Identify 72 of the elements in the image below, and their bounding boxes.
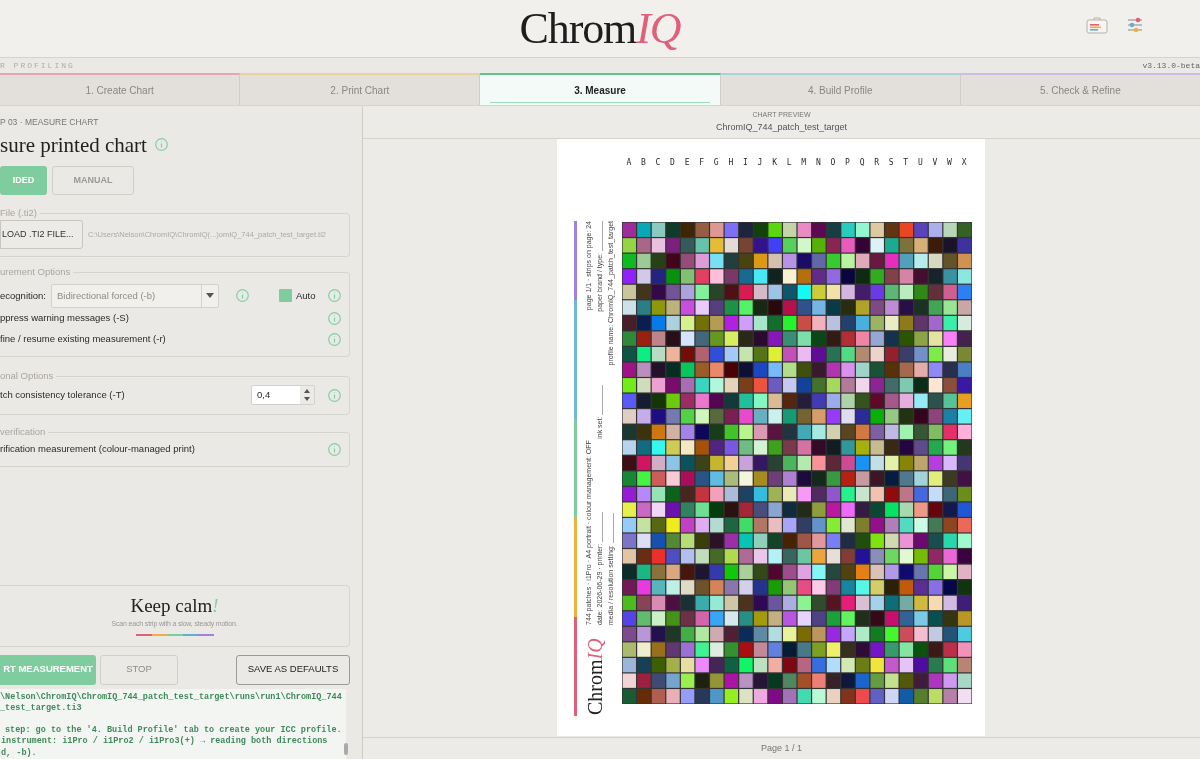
column-letter: W — [946, 157, 953, 169]
column-letter: J — [756, 157, 764, 169]
info-icon[interactable] — [328, 289, 341, 303]
column-letter: O — [829, 157, 837, 169]
chart-filename: ChromIQ_744_patch_test_target — [715, 120, 848, 134]
column-letter: S — [887, 157, 895, 169]
group-legend: verification — [0, 425, 49, 438]
app-logo: ChromIQ — [519, 6, 681, 51]
column-letter: T — [902, 157, 910, 169]
step-label: P 03 · MEASURE CHART — [0, 116, 100, 129]
version-label: v3.13.0-beta — [1142, 59, 1200, 72]
info-icon[interactable] — [328, 311, 341, 325]
info-icon[interactable] — [154, 138, 168, 152]
column-letter: I — [742, 157, 749, 169]
panel-title: sure printed chart — [0, 131, 147, 158]
info-icon[interactable] — [328, 332, 341, 346]
option-label: rification measurement (colour-managed print) — [0, 442, 195, 456]
log-line: instrument: i1Pro / i1Pro2 / i1Pro3(+) → reading both directions — [0, 736, 329, 748]
column-letter: M — [800, 157, 808, 169]
action-button[interactable]: RT MEASUREMENT — [0, 654, 96, 685]
field-label: ecognition: — [0, 288, 47, 303]
info-icon[interactable] — [328, 442, 341, 456]
step-tab[interactable]: 1. Create Chart — [0, 73, 241, 105]
column-letter: P — [844, 157, 851, 169]
column-letter: A — [625, 157, 633, 169]
column-letter: X — [960, 157, 968, 169]
spin-arrows-icon[interactable] — [300, 386, 314, 405]
column-letter: C — [654, 157, 662, 169]
info-icon[interactable] — [236, 289, 249, 303]
column-letter: V — [931, 157, 939, 169]
toolbox-icon[interactable] — [1086, 16, 1108, 34]
load-file-button[interactable]: LOAD .TI2 FILE... — [0, 220, 83, 250]
log-line: _test_target.ti3 — [0, 702, 83, 715]
column-letter: R — [873, 157, 881, 169]
column-letter: H — [727, 157, 735, 169]
column-letter: L — [785, 157, 793, 169]
tolerance-spinbox[interactable]: 0,4 — [251, 385, 315, 406]
settings-sliders-icon[interactable] — [1126, 17, 1144, 33]
column-letter: E — [683, 157, 691, 169]
log-line: \Nelson\ChromIQ\ChromIQ_744_patch_test_target\runs\run1\ChromIQ_744 — [0, 691, 343, 703]
mode-button[interactable]: MANUAL — [52, 165, 134, 195]
action-button[interactable]: SAVE AS DEFAULTS — [236, 654, 350, 685]
step-tab[interactable]: 3. Measure — [480, 73, 721, 105]
column-letter: U — [916, 157, 924, 169]
tip-title: Keep calm! — [130, 595, 219, 618]
step-tab[interactable]: 2. Print Chart — [240, 73, 481, 105]
column-letter: N — [814, 157, 822, 169]
auto-checkbox[interactable] — [279, 289, 292, 303]
group-legend: File (.ti2) — [0, 206, 40, 219]
checkbox-label: Auto — [296, 288, 316, 303]
step-tab[interactable]: 5. Check & Refine — [960, 73, 1200, 105]
mode-button[interactable]: IDED — [0, 165, 47, 195]
step-tab[interactable]: 4. Build Profile — [720, 73, 961, 105]
option-label: ppress warning messages (-S) — [0, 311, 129, 326]
log-line: d, -b). — [0, 747, 38, 759]
column-letter: Q — [858, 157, 866, 169]
page-indicator: Page 1 / 1 — [760, 741, 802, 755]
info-icon[interactable] — [328, 388, 341, 402]
scrollbar-thumb[interactable] — [344, 743, 348, 755]
column-letter: G — [712, 157, 720, 169]
option-label: tch consistency tolerance (-T) — [0, 388, 126, 403]
option-label: fine / resume existing measurement (-r) — [0, 332, 166, 347]
column-letter: K — [771, 157, 778, 169]
chart-logo: ChromIQ — [582, 637, 607, 715]
group-legend: onal Options — [0, 369, 57, 382]
group-legend: urement Options — [0, 265, 74, 278]
column-letter: B — [639, 157, 647, 169]
column-letter: F — [698, 157, 706, 169]
column-letter: D — [669, 157, 676, 169]
action-button[interactable]: STOP — [100, 654, 178, 685]
log-line: step: go to the '4. Build Profile' tab to create your ICC profile. — [4, 725, 343, 736]
caret-icon — [206, 293, 214, 299]
